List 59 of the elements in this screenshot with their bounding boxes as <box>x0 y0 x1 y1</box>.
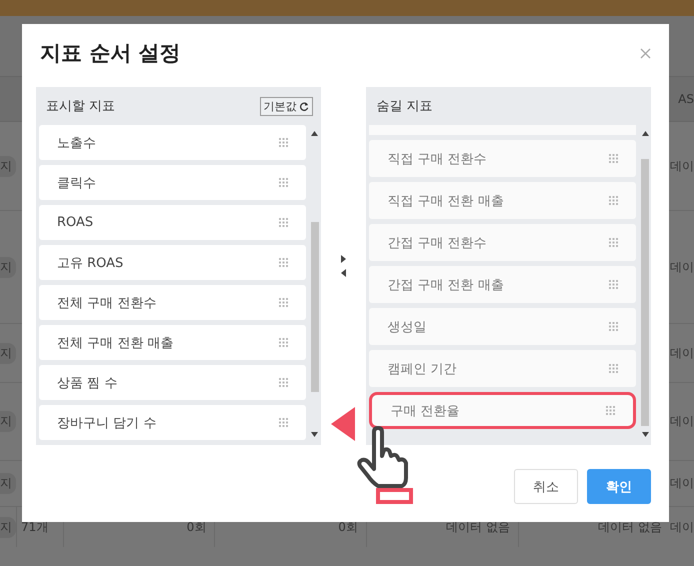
metric-item[interactable]: 전체 구매 전환수 <box>39 285 306 320</box>
status-tag: 지 <box>0 342 16 364</box>
move-right-icon[interactable] <box>341 255 346 263</box>
scrollbar-thumb[interactable] <box>310 222 319 392</box>
metric-item[interactable]: 고유 ROAS <box>39 245 306 280</box>
drag-handle-icon[interactable] <box>278 178 288 187</box>
metric-item[interactable]: 클릭수 <box>39 165 306 200</box>
metric-item[interactable]: 직접 구매 전환 매출 <box>369 182 636 219</box>
metric-item[interactable]: ROAS <box>39 205 306 240</box>
panel-title: 숨길 지표 <box>376 98 433 115</box>
metric-item[interactable]: 직접 구매 전환수 <box>369 140 636 177</box>
dialog-title: 지표 순서 설정 <box>40 40 181 67</box>
cancel-button[interactable]: 취소 <box>514 469 578 504</box>
reset-button[interactable]: 기본값 <box>260 96 313 116</box>
drag-handle-icon[interactable] <box>278 298 288 307</box>
table-cell: 데이 <box>670 344 694 362</box>
metric-item[interactable]: 구매 전환율 <box>369 392 636 429</box>
metric-item[interactable]: 노출수 <box>39 125 306 160</box>
panel-title: 표시할 지표 <box>46 98 116 115</box>
drag-handle-icon[interactable] <box>278 338 288 347</box>
metric-item[interactable]: 전체 구매 전환 매출 <box>39 325 306 360</box>
metric-item[interactable]: 간접 구매 전환수 <box>369 224 636 261</box>
hand-cursor-icon <box>356 426 416 504</box>
scroll-up-icon[interactable] <box>642 131 648 136</box>
table-cell: 데이 <box>670 413 694 430</box>
drag-handle-icon[interactable] <box>278 258 288 267</box>
drag-handle-icon[interactable] <box>278 418 288 427</box>
drag-handle-icon[interactable] <box>609 364 618 373</box>
drag-handle-icon[interactable] <box>278 218 288 227</box>
table-cell: 데이 <box>670 475 694 492</box>
table-cell: 데이 <box>670 518 694 536</box>
drag-handle-icon[interactable] <box>606 406 615 415</box>
drag-handle-icon[interactable] <box>609 322 618 331</box>
move-left-icon[interactable] <box>341 269 346 277</box>
metric-item[interactable]: 상품 찜 수 <box>39 365 306 400</box>
drag-handle-icon[interactable] <box>609 196 618 205</box>
drag-handle-icon[interactable] <box>609 238 618 247</box>
scroll-down-icon[interactable] <box>642 432 648 437</box>
drag-handle-icon[interactable] <box>278 138 288 147</box>
status-tag: 지 <box>0 411 16 432</box>
status-tag: 지 <box>0 473 16 494</box>
metric-item[interactable]: 생성일 <box>369 308 636 345</box>
scroll-up-icon[interactable] <box>311 131 318 136</box>
pointer-triangle-icon <box>331 407 355 441</box>
metric-item[interactable]: 간접 구매 전환 매출 <box>369 266 636 303</box>
metric-item[interactable]: 캠페인 기간 <box>369 350 636 387</box>
status-tag: 지 <box>0 156 16 176</box>
drag-handle-icon[interactable] <box>278 378 288 387</box>
column-header: AS <box>678 92 694 106</box>
status-tag: 지 <box>0 256 16 278</box>
status-tag: 지 <box>0 516 16 538</box>
table-cell: 데이 <box>670 258 694 276</box>
table-cell: 데이 <box>670 158 694 174</box>
scrollbar-thumb[interactable] <box>641 159 649 426</box>
drag-handle-icon[interactable] <box>609 154 618 163</box>
refresh-icon <box>300 102 309 110</box>
drag-handle-icon[interactable] <box>609 280 618 289</box>
scroll-down-icon[interactable] <box>311 432 318 437</box>
metric-item[interactable]: 장바구니 담기 수 <box>39 405 306 440</box>
